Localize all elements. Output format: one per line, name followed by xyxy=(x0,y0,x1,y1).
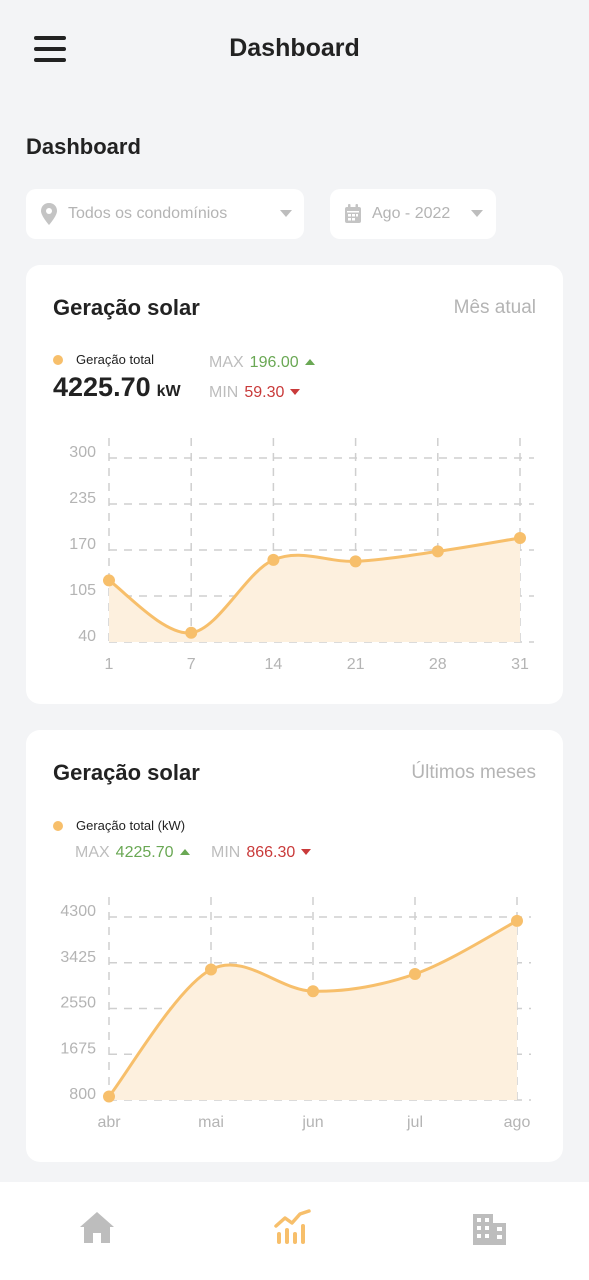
y-tick-label: 2550 xyxy=(60,995,96,1012)
condominium-select-value: Todos os condomínios xyxy=(68,205,228,222)
monthly-generation-chart: 40 105 170 235 300 1 7 14 21 28 31 xyxy=(69,438,534,673)
period-select-value: Ago - 2022 xyxy=(372,205,451,222)
x-tick-label: 28 xyxy=(429,656,447,673)
page-title: Dashboard xyxy=(26,134,141,159)
app-title: Dashboard xyxy=(229,34,360,62)
x-tick-label: jul xyxy=(406,1114,423,1131)
x-tick-label: 1 xyxy=(105,656,114,673)
calendar-icon xyxy=(345,204,361,223)
building-icon[interactable] xyxy=(469,1208,509,1248)
history-generation-card: Geração solar Últimos meses Geração tota… xyxy=(26,730,563,1162)
data-point xyxy=(409,967,421,980)
chevron-down-icon xyxy=(280,210,292,217)
x-tick-label: ago xyxy=(504,1114,531,1131)
y-tick-label: 105 xyxy=(69,582,96,599)
data-point xyxy=(511,914,523,927)
x-tick-label: abr xyxy=(97,1114,121,1131)
series-area xyxy=(109,537,520,642)
x-tick-label: jun xyxy=(301,1114,323,1131)
y-tick-label: 800 xyxy=(69,1086,96,1103)
x-tick-label: 14 xyxy=(265,656,283,673)
x-tick-label: 7 xyxy=(187,656,196,673)
y-tick-label: 235 xyxy=(69,490,96,507)
data-point xyxy=(103,1090,115,1103)
history-generation-chart: 800 1675 2550 3425 4300 abr mai jun jul ago xyxy=(60,897,531,1131)
period-select[interactable]: Ago - 2022 xyxy=(330,189,496,239)
y-tick-label: 170 xyxy=(69,536,96,553)
home-icon[interactable] xyxy=(77,1208,117,1248)
y-tick-label: 4300 xyxy=(60,903,96,920)
data-point xyxy=(431,545,444,558)
y-tick-label: 3425 xyxy=(60,949,96,966)
data-point xyxy=(307,985,319,998)
data-point xyxy=(514,531,526,544)
monthly-generation-card: Geração solar Mês atual Geração total 42… xyxy=(26,265,563,704)
data-point xyxy=(267,553,280,566)
y-tick-label: 300 xyxy=(69,444,96,461)
x-tick-label: 31 xyxy=(511,656,529,673)
chevron-down-icon xyxy=(471,210,483,217)
data-point xyxy=(103,574,115,587)
y-tick-label: 1675 xyxy=(60,1040,96,1057)
condominium-select[interactable]: Todos os condomínios xyxy=(26,189,304,239)
data-point xyxy=(349,555,362,568)
data-point xyxy=(205,963,217,976)
data-point xyxy=(185,626,198,639)
x-tick-label: 21 xyxy=(347,656,365,673)
map-pin-icon xyxy=(41,203,57,225)
bottom-nav xyxy=(0,1182,589,1280)
top-bar: Dashboard xyxy=(0,0,589,100)
chart-icon[interactable] xyxy=(273,1208,313,1248)
y-tick-label: 40 xyxy=(78,628,96,645)
x-tick-label: mai xyxy=(198,1114,224,1131)
